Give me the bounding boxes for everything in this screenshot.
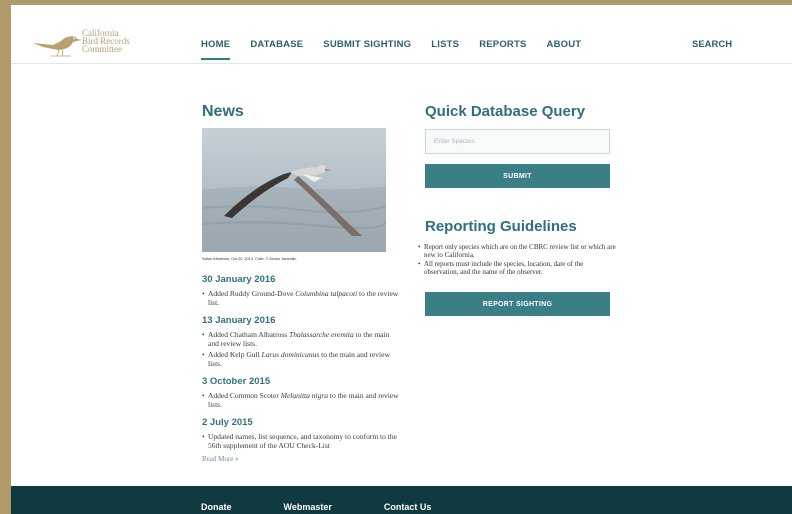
guidelines-list: Report only species which are on the CBR… (418, 243, 618, 277)
footer-link-donate[interactable]: Donate (201, 502, 232, 512)
news-date[interactable]: 13 January 2016 (202, 315, 402, 326)
footer-links: Donate Webmaster Contact Us (201, 502, 483, 512)
scientific-name: Thalassarche eremita (289, 330, 354, 339)
report-sighting-button[interactable]: REPORT SIGHTING (425, 292, 610, 316)
site-header: California Bird Records Committee HOME D… (11, 5, 792, 64)
scientific-name: Columbina talpacoti (295, 289, 358, 298)
site-footer: Donate Webmaster Contact Us (11, 486, 792, 514)
nav-lists[interactable]: LISTS (431, 39, 459, 50)
news-heading: News (202, 103, 244, 120)
news-list: 30 January 2016 Added Ruddy Ground-Dove … (202, 274, 402, 463)
search-link[interactable]: SEARCH (692, 39, 732, 50)
reporting-guidelines-heading: Reporting Guidelines (425, 218, 577, 235)
news-item: Added Ruddy Ground-Dove Columbina talpac… (202, 289, 402, 307)
nav-submit-sighting[interactable]: SUBMIT SIGHTING (323, 39, 411, 50)
news-text: Added Kelp Gull (208, 350, 262, 359)
footer-link-contact[interactable]: Contact Us (384, 502, 432, 512)
news-photo[interactable] (202, 128, 386, 252)
news-text: Added Common Scoter (208, 391, 281, 400)
species-input[interactable] (425, 129, 610, 154)
scientific-name: Larus dominicanus (261, 350, 320, 359)
nav-reports[interactable]: REPORTS (479, 39, 526, 50)
photo-caption: Salvin Albatross, Oct 20, 2013, Chile, ©… (202, 257, 297, 261)
news-date[interactable]: 30 January 2016 (202, 274, 402, 285)
main-nav: HOME DATABASE SUBMIT SIGHTING LISTS REPO… (201, 39, 601, 60)
nav-database[interactable]: DATABASE (250, 39, 303, 50)
news-text: Added Chatham Albatross (208, 330, 290, 339)
news-date[interactable]: 3 October 2015 (202, 376, 402, 387)
read-more-link[interactable]: Read More » (202, 455, 402, 463)
scientific-name: Melanitta nigra (280, 391, 328, 400)
guideline-item: All reports must include the species, lo… (418, 260, 618, 276)
news-item: Added Common Scoter Melanitta nigra to t… (202, 391, 402, 409)
news-item: Added Chatham Albatross Thalassarche ere… (202, 330, 402, 348)
news-item: Added Kelp Gull Larus dominicanus to the… (202, 350, 402, 368)
logo-line: Committee (82, 44, 122, 54)
albatross-photo-icon (202, 165, 386, 252)
submit-button[interactable]: SUBMIT (425, 164, 610, 188)
nav-about[interactable]: ABOUT (547, 39, 582, 50)
quick-query-heading: Quick Database Query (425, 103, 586, 120)
logo-text[interactable]: California Bird Records Committee (82, 29, 130, 54)
nav-home[interactable]: HOME (201, 39, 231, 60)
news-item: Updated names, list sequence, and taxono… (202, 432, 402, 450)
guideline-item: Report only species which are on the CBR… (418, 243, 618, 259)
news-text: Added Ruddy Ground-Dove (208, 289, 296, 298)
footer-link-webmaster[interactable]: Webmaster (284, 502, 332, 512)
news-date[interactable]: 2 July 2015 (202, 417, 402, 428)
